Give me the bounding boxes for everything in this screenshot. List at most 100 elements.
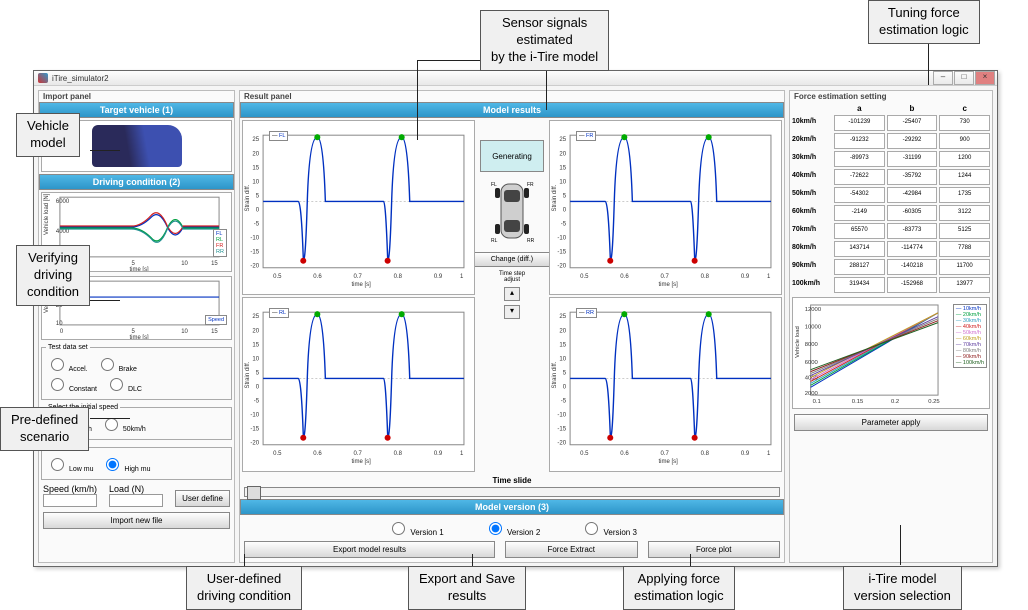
radio-low-mu[interactable]: Low mu <box>46 455 93 473</box>
force-cell[interactable]: -60305 <box>887 205 938 221</box>
radio-version3[interactable]: Version 3 <box>580 519 637 537</box>
force-cell[interactable]: -2149 <box>834 205 885 221</box>
svg-text:0.5: 0.5 <box>580 274 589 280</box>
svg-text:-15: -15 <box>250 250 259 256</box>
timestep-up-button[interactable]: ▴ <box>504 287 520 301</box>
svg-text:-10: -10 <box>250 236 259 242</box>
svg-text:0.7: 0.7 <box>353 451 362 457</box>
force-cell[interactable]: 288127 <box>834 259 885 275</box>
import-new-file-button[interactable]: Import new file <box>43 512 230 529</box>
minimize-button[interactable]: – <box>933 71 953 85</box>
force-cell[interactable]: 143714 <box>834 241 885 257</box>
svg-text:-20: -20 <box>250 264 259 270</box>
force-cell[interactable]: -42984 <box>887 187 938 203</box>
callout-applying: Applying forceestimation logic <box>623 566 735 610</box>
svg-text:10: 10 <box>559 356 566 362</box>
svg-text:0.8: 0.8 <box>701 451 710 457</box>
svg-text:time [s]: time [s] <box>351 282 371 288</box>
svg-text:5: 5 <box>256 193 260 199</box>
svg-text:-20: -20 <box>557 441 566 447</box>
force-cell[interactable]: 7788 <box>939 241 990 257</box>
radio-high-mu[interactable]: High mu <box>101 455 150 473</box>
force-cell[interactable]: 65570 <box>834 223 885 239</box>
force-plot-legend: — 10km/h— 20km/h— 30km/h— 40km/h— 50km/h… <box>953 304 987 368</box>
force-cell[interactable]: -31199 <box>887 151 938 167</box>
force-col-header: c <box>939 104 990 113</box>
force-panel-title: Force estimation setting <box>790 91 992 102</box>
force-cell[interactable]: -89973 <box>834 151 885 167</box>
radio-constant[interactable]: Constant <box>46 375 97 393</box>
svg-text:10: 10 <box>252 356 259 362</box>
force-cell[interactable]: 900 <box>939 133 990 149</box>
svg-text:time [s]: time [s] <box>351 459 371 465</box>
speed-plot-legend: Speed <box>205 315 227 325</box>
svg-text:20: 20 <box>559 328 566 334</box>
force-cell[interactable]: -54302 <box>834 187 885 203</box>
svg-text:8000: 8000 <box>805 342 819 348</box>
svg-text:RL: RL <box>491 238 498 244</box>
force-cell[interactable]: -25407 <box>887 115 938 131</box>
force-cell[interactable]: -152968 <box>887 277 938 293</box>
svg-text:0.25: 0.25 <box>928 399 940 405</box>
force-cell[interactable]: -83773 <box>887 223 938 239</box>
svg-text:RR: RR <box>527 238 535 244</box>
svg-text:-15: -15 <box>250 427 259 433</box>
force-row-label: 20km/h <box>792 133 832 149</box>
generating-button[interactable]: Generating <box>480 140 544 172</box>
force-panel: Force estimation setting abc10km/h-10123… <box>789 90 993 563</box>
force-cell[interactable]: 1244 <box>939 169 990 185</box>
force-cell[interactable]: -101239 <box>834 115 885 131</box>
force-plot-button[interactable]: Force plot <box>648 541 781 558</box>
callout-verifying: Verifyingdrivingcondition <box>16 245 90 306</box>
close-button[interactable]: × <box>975 71 995 85</box>
force-cell[interactable]: 5125 <box>939 223 990 239</box>
time-slide-label: Time slide <box>240 476 784 485</box>
svg-text:12000: 12000 <box>805 307 822 313</box>
svg-text:20: 20 <box>559 151 566 157</box>
vehicle-image <box>92 125 182 167</box>
svg-text:0.1: 0.1 <box>813 399 821 405</box>
force-cell[interactable]: 11700 <box>939 259 990 275</box>
svg-text:15: 15 <box>252 342 259 348</box>
force-cell[interactable]: -140218 <box>887 259 938 275</box>
test-data-set-legend: Test data set <box>46 344 90 351</box>
callout-sensor: Sensor signalsestimatedby the i-Tire mod… <box>480 10 609 71</box>
force-cell[interactable]: 3122 <box>939 205 990 221</box>
force-cell[interactable]: 730 <box>939 115 990 131</box>
test-data-set-group: Test data set Accel. Brake Constant DLC <box>41 344 232 400</box>
radio-version1[interactable]: Version 1 <box>387 519 444 537</box>
driving-condition-header: Driving condition (2) <box>39 174 234 190</box>
parameter-apply-button[interactable]: Parameter apply <box>794 414 988 431</box>
force-cell[interactable]: -72622 <box>834 169 885 185</box>
speed-input[interactable] <box>43 494 97 507</box>
force-cell[interactable]: -114774 <box>887 241 938 257</box>
force-cell[interactable]: 1735 <box>939 187 990 203</box>
svg-text:1: 1 <box>767 451 771 457</box>
export-results-button[interactable]: Export model results <box>244 541 495 558</box>
force-cell[interactable]: -91232 <box>834 133 885 149</box>
timestep-down-button[interactable]: ▾ <box>504 305 520 319</box>
radio-accel[interactable]: Accel. <box>46 355 88 373</box>
svg-text:0.6: 0.6 <box>620 451 629 457</box>
svg-text:10: 10 <box>181 329 188 335</box>
radio-dlc[interactable]: DLC <box>105 375 142 393</box>
force-cell[interactable]: 13977 <box>939 277 990 293</box>
force-cell[interactable]: -29292 <box>887 133 938 149</box>
radio-version2[interactable]: Version 2 <box>484 519 541 537</box>
time-slide[interactable] <box>244 487 780 497</box>
callout-vehicle-model: Vehiclemodel <box>16 113 80 157</box>
svg-text:0.6: 0.6 <box>313 451 322 457</box>
svg-text:-20: -20 <box>557 264 566 270</box>
maximize-button[interactable]: □ <box>954 71 974 85</box>
svg-text:15: 15 <box>559 165 566 171</box>
svg-text:Strain diff.: Strain diff. <box>245 361 251 388</box>
radio-brake[interactable]: Brake <box>96 355 137 373</box>
change-button[interactable]: Change (diff.) <box>474 252 550 267</box>
force-extract-button[interactable]: Force Extract <box>505 541 638 558</box>
force-cell[interactable]: -35792 <box>887 169 938 185</box>
user-define-button[interactable]: User define <box>175 490 230 507</box>
svg-text:1: 1 <box>460 451 464 457</box>
force-cell[interactable]: 1200 <box>939 151 990 167</box>
force-cell[interactable]: 319434 <box>834 277 885 293</box>
load-input[interactable] <box>109 494 163 507</box>
